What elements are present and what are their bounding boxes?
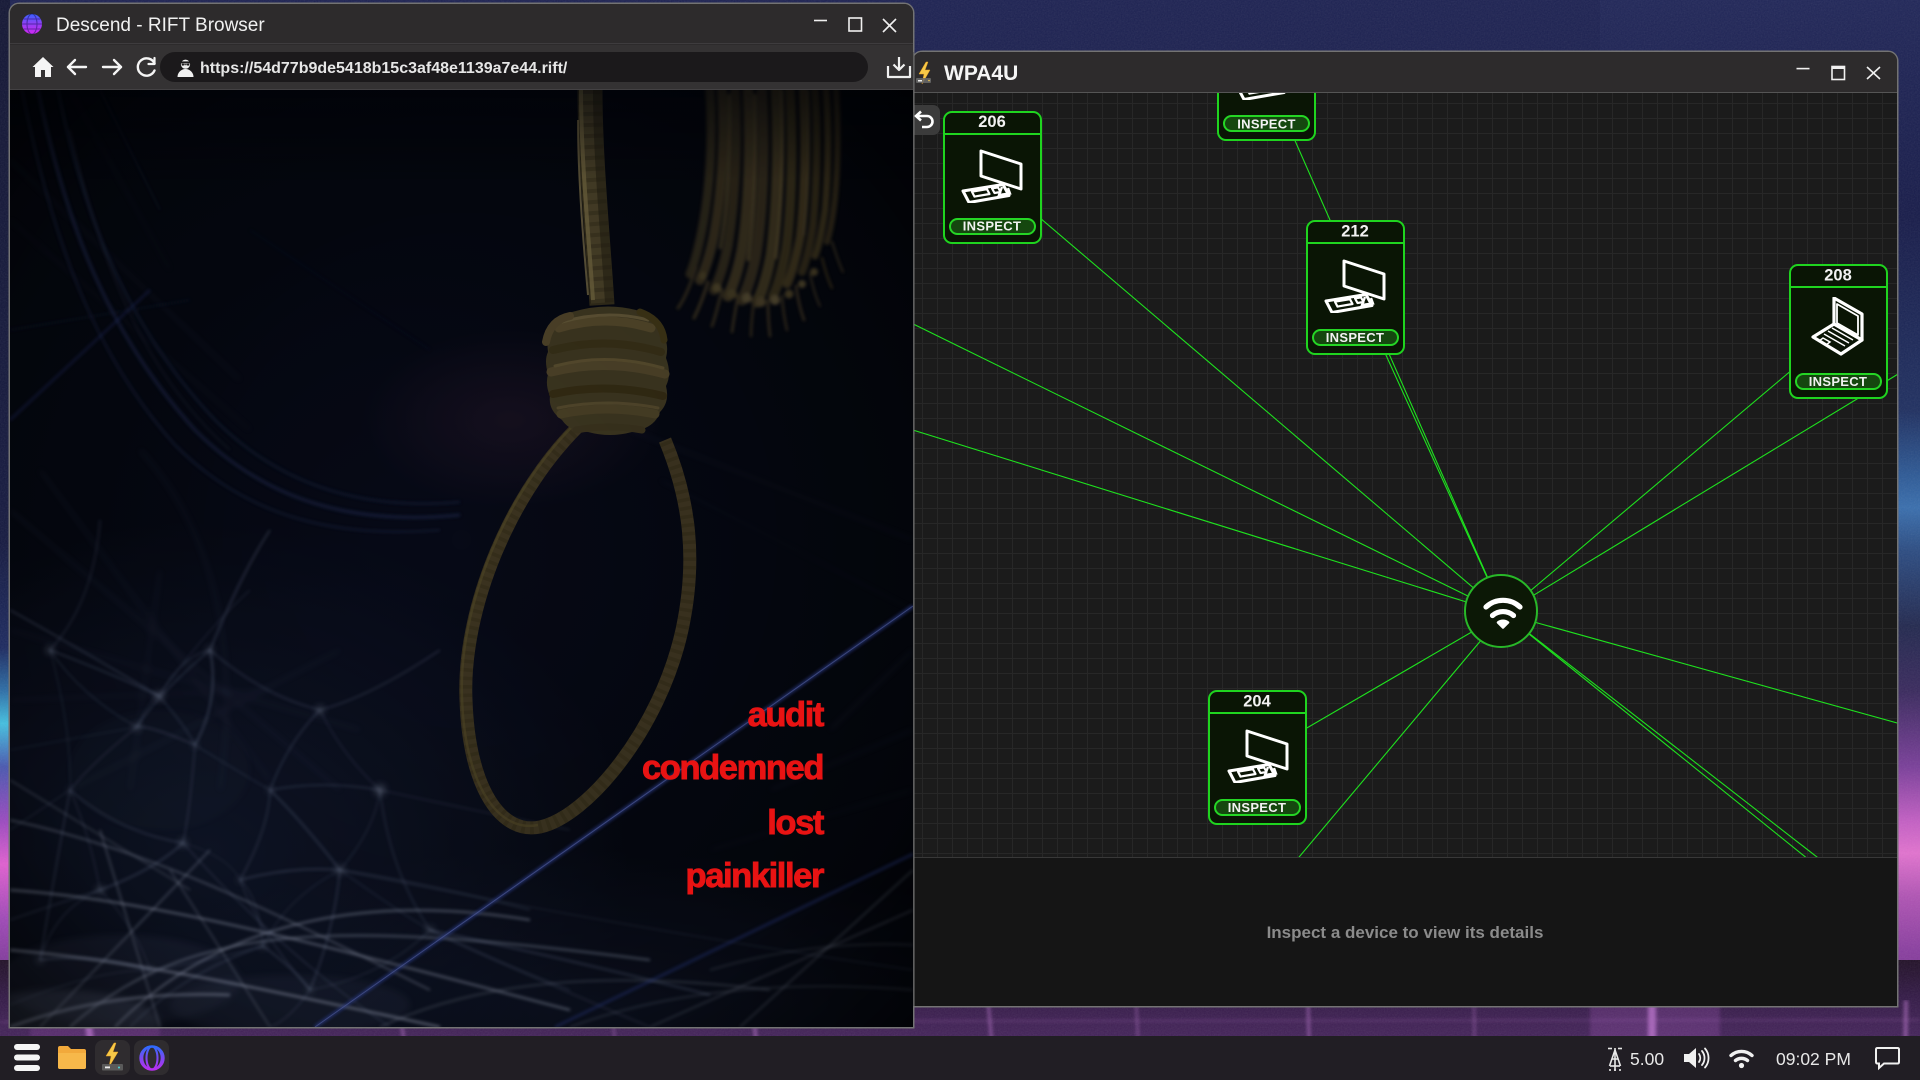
svg-text:Descend - RIFT Browser: Descend - RIFT Browser [56, 15, 265, 36]
svg-text:INSPECT: INSPECT [1809, 374, 1867, 389]
svg-text:09:02 PM: 09:02 PM [1776, 1049, 1851, 1069]
svg-text:condemned: condemned [642, 749, 823, 787]
svg-text:WPA4U: WPA4U [944, 62, 1018, 85]
svg-text:Inspect a device to view its d: Inspect a device to view its details [1267, 923, 1544, 942]
svg-text:5.00: 5.00 [1630, 1049, 1664, 1069]
svg-text:lost: lost [767, 804, 825, 842]
svg-text:painkiller: painkiller [686, 857, 824, 895]
svg-text:INSPECT: INSPECT [963, 219, 1021, 234]
svg-text:INSPECT: INSPECT [1228, 800, 1286, 815]
svg-text:https://54d77b9de5418b15c3af48: https://54d77b9de5418b15c3af48e1139a7e44… [200, 60, 568, 77]
svg-text:INSPECT: INSPECT [1237, 116, 1295, 131]
svg-text:206: 206 [978, 113, 1006, 131]
svg-text:204: 204 [1243, 693, 1271, 711]
svg-text:208: 208 [1824, 267, 1852, 285]
svg-text:audit: audit [748, 696, 825, 734]
svg-text:212: 212 [1341, 223, 1369, 241]
svg-text:INSPECT: INSPECT [1326, 330, 1384, 345]
